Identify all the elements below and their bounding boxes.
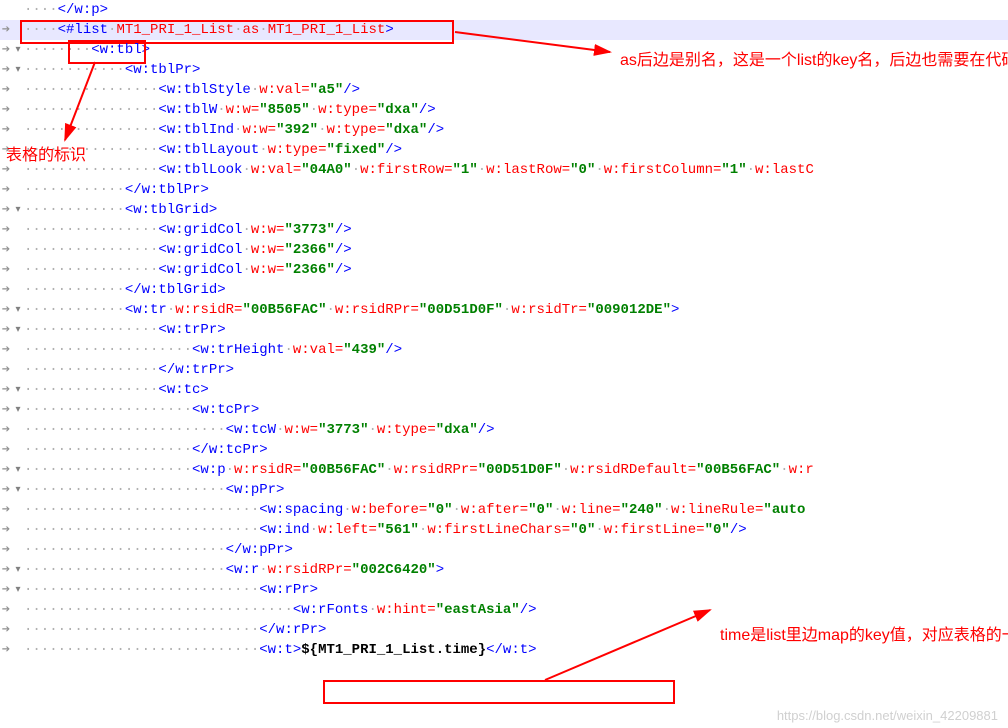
collapse-icon[interactable]: ▾ <box>12 64 24 76</box>
highlight-box-wt <box>323 680 675 704</box>
collapse-icon[interactable]: ▾ <box>12 304 24 316</box>
code-line[interactable]: ➔ ················<w:tblW·w:w="8505"·w:t… <box>0 100 1008 120</box>
ftl-directive: <#list <box>58 22 108 38</box>
xml-tag: <w:tblPr> <box>125 62 201 78</box>
gutter-icon: ➔ <box>0 564 12 576</box>
gutter-icon: ➔ <box>0 204 12 216</box>
code-line[interactable]: ➔ ▾ ················<w:tc> <box>0 380 1008 400</box>
xml-tag: <w:tblStyle <box>158 82 250 98</box>
gutter-icon: ➔ <box>0 284 12 296</box>
gutter-icon: ➔ <box>0 224 12 236</box>
code-line[interactable]: ➔ ▾ ················<w:trPr> <box>0 320 1008 340</box>
template-expression: ${MT1_PRI_1_List.time} <box>301 642 486 658</box>
code-line[interactable]: ➔ ····················<w:trHeight·w:val=… <box>0 340 1008 360</box>
gutter-icon: ➔ <box>0 424 12 436</box>
code-line[interactable]: ➔ ············</w:tblGrid> <box>0 280 1008 300</box>
gutter-icon: ➔ <box>0 324 12 336</box>
code-line[interactable]: ➔ ····················</w:tcPr> <box>0 440 1008 460</box>
xml-tag: <w:tbl> <box>91 42 150 58</box>
ftl-keyword: as <box>242 22 259 38</box>
gutter-icon: ➔ <box>0 84 12 96</box>
collapse-icon[interactable]: ▾ <box>12 44 24 56</box>
code-line[interactable]: ➔ ························</w:pPr> <box>0 540 1008 560</box>
gutter-icon: ➔ <box>0 404 12 416</box>
gutter-icon: ➔ <box>0 364 12 376</box>
gutter-icon: ➔ <box>0 304 12 316</box>
code-line[interactable]: ➔ ▾ ············<w:tr·w:rsidR="00B56FAC"… <box>0 300 1008 320</box>
code-line[interactable]: ➔ ················<w:gridCol·w:w="2366"/… <box>0 260 1008 280</box>
xml-tag: </w:p> <box>58 2 108 18</box>
code-line[interactable]: ➔ ▾ ············<w:tblGrid> <box>0 200 1008 220</box>
gutter-icon: ➔ <box>0 544 12 556</box>
collapse-icon[interactable]: ▾ <box>12 384 24 396</box>
code-line-highlighted[interactable]: ➔ ····<#list·MT1_PRI_1_List·as·MT1_PRI_1… <box>0 20 1008 40</box>
gutter-icon: ➔ <box>0 44 12 56</box>
collapse-icon[interactable]: ▾ <box>12 484 24 496</box>
gutter-icon: ➔ <box>0 604 12 616</box>
gutter-icon: ➔ <box>0 124 12 136</box>
code-line[interactable]: ➔ ················<w:tblStyle·w:val="a5"… <box>0 80 1008 100</box>
code-line[interactable]: ➔ ▾ ····························<w:rPr> <box>0 580 1008 600</box>
gutter-icon: ➔ <box>0 484 12 496</box>
annotation-as-alias: as后边是别名，这是一个list的key名，后边也需要在代码里映射对应的值 <box>620 50 990 72</box>
code-line[interactable]: ➔ ····························<w:spacing… <box>0 500 1008 520</box>
gutter-icon: ➔ <box>0 64 12 76</box>
gutter-icon: ➔ <box>0 184 12 196</box>
code-line[interactable]: ➔ ················<w:gridCol·w:w="2366"/… <box>0 240 1008 260</box>
code-line[interactable]: ➔ ················</w:trPr> <box>0 360 1008 380</box>
xml-attr: w:val= <box>259 82 309 98</box>
gutter-icon: ➔ <box>0 624 12 636</box>
collapse-icon[interactable]: ▾ <box>12 584 24 596</box>
gutter-icon: ➔ <box>0 344 12 356</box>
gutter-icon: ➔ <box>0 524 12 536</box>
gutter-icon: ➔ <box>0 644 12 656</box>
collapse-icon[interactable]: ▾ <box>12 564 24 576</box>
gutter-icon: ➔ <box>0 504 12 516</box>
code-line[interactable]: ➔ ················<w:tblLook·w:val="04A0… <box>0 160 1008 180</box>
code-line[interactable]: ➔ ▾ ····················<w:p·w:rsidR="00… <box>0 460 1008 480</box>
gutter-icon: ➔ <box>0 24 12 36</box>
collapse-icon[interactable]: ▾ <box>12 324 24 336</box>
ftl-var: MT1_PRI_1_List <box>116 22 234 38</box>
ftl-alias: MT1_PRI_1_List <box>268 22 386 38</box>
code-line[interactable]: ➔ ························<w:tcW·w:w="37… <box>0 420 1008 440</box>
gutter-icon: ➔ <box>0 384 12 396</box>
watermark: https://blog.csdn.net/weixin_42209881 <box>777 708 998 723</box>
collapse-icon[interactable]: ▾ <box>12 404 24 416</box>
code-line[interactable]: ➔ ▾ ························<w:r·w:rsidR… <box>0 560 1008 580</box>
code-line[interactable]: ➔ ················<w:tblInd·w:w="392"·w:… <box>0 120 1008 140</box>
code-line[interactable]: ➔ ············</w:tblPr> <box>0 180 1008 200</box>
gutter-icon: ➔ <box>0 264 12 276</box>
gutter-icon: ➔ <box>0 584 12 596</box>
gutter-icon: ➔ <box>0 244 12 256</box>
code-line[interactable]: ➔ ····························<w:ind·w:l… <box>0 520 1008 540</box>
gutter-icon: ➔ <box>0 464 12 476</box>
annotation-time-key: time是list里边map的key值，对应表格的一列 <box>720 625 980 647</box>
gutter-icon: ➔ <box>0 444 12 456</box>
code-line[interactable]: ➔ ················<w:gridCol·w:w="3773"/… <box>0 220 1008 240</box>
collapse-icon[interactable]: ▾ <box>12 464 24 476</box>
collapse-icon[interactable]: ▾ <box>12 204 24 216</box>
annotation-table-marker: 表格的标识 <box>6 145 86 167</box>
code-line[interactable]: ➔ ▾ ····················<w:tcPr> <box>0 400 1008 420</box>
code-line[interactable]: ➔ ▾ ························<w:pPr> <box>0 480 1008 500</box>
xml-val: "a5" <box>310 82 344 98</box>
gutter-icon: ➔ <box>0 104 12 116</box>
code-line[interactable]: ➔ ································<w:rFo… <box>0 600 1008 620</box>
code-line[interactable]: ····</w:p> <box>0 0 1008 20</box>
code-line[interactable]: ➔ ················<w:tblLayout·w:type="f… <box>0 140 1008 160</box>
